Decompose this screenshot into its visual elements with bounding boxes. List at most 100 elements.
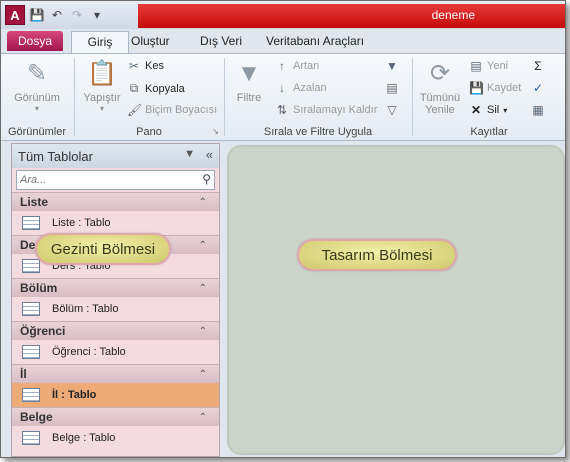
- remove-sort-icon: ⇅: [276, 103, 288, 117]
- table-icon: [22, 345, 40, 359]
- scissors-icon: ✂: [128, 59, 140, 73]
- refresh-icon: ⟳: [429, 60, 451, 87]
- title-bar: A 💾 ↶ ↷ ▾ deneme: [1, 1, 565, 29]
- new-record-button[interactable]: ▤ Yeni: [469, 59, 508, 73]
- table-icon: [22, 302, 40, 316]
- save-icon[interactable]: 💾: [29, 7, 45, 23]
- chevron-up-icon: ⌃: [198, 411, 207, 423]
- nav-group-name: Belge: [20, 410, 53, 424]
- copy-button[interactable]: ⧉ Kopyala: [127, 81, 185, 96]
- views-group-label: Görünümler: [7, 126, 67, 138]
- nav-table-item[interactable]: Bölüm : Tablo: [12, 297, 219, 321]
- format-painter-label: Biçim Boyacısı: [145, 104, 218, 116]
- window-title-bar: deneme: [138, 4, 565, 28]
- dropdown-icon: ▾: [34, 104, 39, 113]
- selection-filter-icon: ▼: [386, 59, 398, 73]
- search-input[interactable]: [17, 171, 182, 189]
- nav-pane-header[interactable]: Tüm Tablolar ▼ «: [12, 144, 219, 168]
- views-group: ✎ Görünüm ▾ Görünümler: [1, 54, 73, 140]
- nav-group-header[interactable]: Öğrenci ⌃: [12, 321, 219, 340]
- spelling-icon: ✓: [532, 81, 544, 95]
- descending-label: Azalan: [293, 82, 327, 94]
- spelling-button[interactable]: ✓: [531, 81, 545, 95]
- table-icon: [22, 259, 40, 273]
- nav-group-header[interactable]: Bölüm ⌃: [12, 278, 219, 297]
- sort-filter-group: ▼ Filtre ↑ Artan ↓ Azalan ⇅ Sıralamayı K…: [225, 54, 411, 140]
- dropdown-icon: ▾: [99, 104, 104, 113]
- tab-file[interactable]: Dosya: [7, 31, 63, 51]
- table-icon: [22, 388, 40, 402]
- tab-home[interactable]: Giriş: [71, 31, 129, 53]
- nav-item-label: Bölüm : Tablo: [52, 303, 119, 315]
- totals-button[interactable]: Σ: [531, 59, 545, 73]
- table-icon: [22, 216, 40, 230]
- ribbon: ✎ Görünüm ▾ Görünümler 📋 Yapıştır ▾ ✂ Ke…: [1, 53, 565, 141]
- chevron-up-icon: ⌃: [198, 368, 207, 380]
- dropdown-icon: ▾: [503, 105, 508, 115]
- nav-group-name: Bölüm: [20, 281, 58, 295]
- view-button[interactable]: ✎ Görünüm ▾: [7, 58, 67, 113]
- customize-icon[interactable]: ▾: [89, 7, 105, 23]
- remove-sort-button[interactable]: ⇅ Sıralamayı Kaldır: [275, 103, 377, 117]
- tab-create[interactable]: Oluştur: [125, 31, 176, 51]
- nav-table-item-selected[interactable]: İl : Tablo: [12, 383, 219, 407]
- clipboard-group: 📋 Yapıştır ▾ ✂ Kes ⧉ Kopyala 🖌 Biçim Boy…: [75, 54, 223, 140]
- chevron-up-icon: ⌃: [198, 282, 207, 294]
- sort-ascending-icon: ↑: [279, 59, 285, 73]
- design-pane: [227, 145, 565, 455]
- nav-group-header[interactable]: İl ⌃: [12, 364, 219, 383]
- view-icon: ✎: [26, 60, 48, 87]
- tab-database-tools[interactable]: Veritabanı Araçları: [260, 31, 370, 51]
- more-button[interactable]: ▦: [531, 103, 545, 117]
- filter-label: Filtre: [236, 92, 262, 104]
- cut-button[interactable]: ✂ Kes: [127, 59, 164, 73]
- nav-group-header[interactable]: Belge ⌃: [12, 407, 219, 426]
- nav-group-name: Öğrenci: [20, 324, 66, 338]
- nav-table-item[interactable]: Belge : Tablo: [12, 426, 219, 450]
- table-icon: [22, 431, 40, 445]
- copy-label: Kopyala: [145, 82, 185, 95]
- save-label: Kaydet: [487, 82, 522, 94]
- sort-descending-button[interactable]: ↓ Azalan: [275, 81, 327, 95]
- records-group-label: Kayıtlar: [470, 126, 508, 138]
- new-label: Yeni: [487, 60, 509, 72]
- tab-external-data[interactable]: Dış Veri: [194, 31, 248, 51]
- filter-button[interactable]: ▼ Filtre: [229, 58, 269, 104]
- remove-sort-label: Sıralamayı Kaldır: [293, 104, 378, 116]
- selection-filter-button[interactable]: ▼: [385, 59, 399, 73]
- nav-item-label: Liste : Tablo: [52, 217, 111, 229]
- collapse-icon[interactable]: «: [206, 147, 213, 162]
- chevron-up-icon: ⌃: [198, 239, 207, 251]
- delete-record-button[interactable]: ✕ Sil ▾: [469, 103, 507, 117]
- sort-descending-icon: ↓: [279, 81, 285, 95]
- delete-label: Sil: [487, 104, 500, 116]
- search-icon[interactable]: ⚲: [202, 172, 211, 186]
- nav-menu-icon[interactable]: ▼: [184, 148, 195, 160]
- copy-icon: ⧉: [129, 81, 139, 95]
- nav-search-box: ⚲: [16, 170, 215, 190]
- toggle-filter-button[interactable]: ▽: [385, 103, 399, 117]
- nav-group-header[interactable]: Liste ⌃: [12, 192, 219, 211]
- view-label: Görünüm: [14, 92, 60, 104]
- clipboard-icon: 📋: [87, 60, 117, 87]
- advanced-filter-button[interactable]: ▤: [385, 81, 399, 95]
- sort-ascending-button[interactable]: ↑ Artan: [275, 59, 319, 73]
- undo-icon[interactable]: ↶: [49, 7, 65, 23]
- access-app-icon[interactable]: A: [5, 5, 25, 25]
- refresh-all-label: Tümünü: [419, 92, 461, 104]
- nav-item-label: Öğrenci : Tablo: [52, 346, 126, 358]
- format-painter-button[interactable]: 🖌 Biçim Boyacısı: [127, 103, 217, 117]
- save-record-button[interactable]: 💾 Kaydet: [469, 81, 521, 95]
- window-title: deneme: [431, 8, 475, 22]
- refresh-all-button[interactable]: ⟳ Tümünü Yenile: [415, 58, 465, 116]
- dialog-launcher-icon[interactable]: ↘: [212, 127, 219, 136]
- nav-group-name: İl: [20, 367, 27, 381]
- nav-table-item[interactable]: Liste : Tablo: [12, 211, 219, 235]
- paste-button[interactable]: 📋 Yapıştır ▾: [79, 58, 125, 113]
- clipboard-group-label: Pano: [136, 126, 162, 138]
- nav-table-item[interactable]: Öğrenci : Tablo: [12, 340, 219, 364]
- redo-icon[interactable]: ↷: [69, 7, 85, 23]
- ascending-label: Artan: [293, 60, 320, 72]
- chevron-up-icon: ⌃: [198, 325, 207, 337]
- paste-label: Yapıştır: [83, 92, 121, 104]
